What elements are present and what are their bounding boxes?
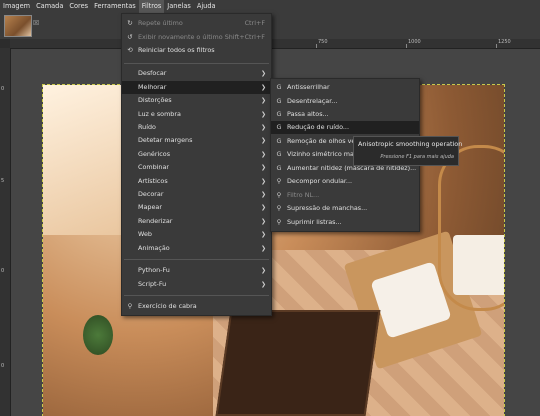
separator	[124, 63, 269, 64]
ruler-label: 0	[1, 86, 5, 92]
menu-item-reiniciar-filtros[interactable]: ⟲ Reiniciar todos os filtros	[122, 44, 271, 57]
menu-item-web[interactable]: Web ❯	[122, 228, 271, 241]
menu-item-renderizar[interactable]: Renderizar ❯	[122, 215, 271, 228]
ruler-label: 5	[1, 178, 5, 184]
chevron-right-icon: ❯	[260, 204, 266, 211]
chevron-right-icon: ❯	[260, 70, 266, 77]
second-sink	[453, 235, 504, 295]
ruler-label: 1000	[408, 39, 421, 45]
menu-item-exercicio-cabra[interactable]: ⚲ Exercício de cabra	[122, 300, 271, 313]
gegl-icon: G	[276, 150, 282, 158]
menu-item-suprimir-listras[interactable]: ⚲ Suprimir listras...	[271, 216, 419, 229]
chevron-right-icon: ❯	[260, 151, 266, 158]
reset-icon: ⟲	[127, 46, 133, 54]
menu-item-python-fu[interactable]: Python-Fu ❯	[122, 264, 271, 277]
menu-item-combinar[interactable]: Combinar ❯	[122, 161, 271, 174]
chevron-right-icon: ❯	[260, 245, 266, 252]
reshow-icon: ↺	[127, 33, 133, 41]
menu-item-melhorar[interactable]: Melhorar ❯	[122, 81, 271, 94]
repeat-icon: ↻	[127, 19, 133, 27]
horizontal-ruler[interactable]: 750 1000 1250	[10, 39, 540, 49]
menu-item-distorcoes[interactable]: Distorções ❯	[122, 94, 271, 107]
chevron-right-icon: ❯	[260, 111, 266, 118]
close-icon[interactable]: ☒	[33, 19, 39, 27]
separator	[124, 259, 269, 260]
separator	[124, 295, 269, 296]
ruler-label: 750	[318, 39, 328, 45]
menu-item-supressao-manchas[interactable]: ⚲ Supressão de manchas...	[271, 202, 419, 215]
plugin-icon: ⚲	[276, 191, 282, 199]
gegl-icon: G	[276, 110, 282, 118]
tooltip-hint: Pressione F1 para mais ajuda	[380, 154, 454, 160]
menu-item-decompor-ondular[interactable]: ⚲ Decompor ondular...	[271, 175, 419, 188]
ruler-label: 0	[1, 268, 5, 274]
menu-item-script-fu[interactable]: Script-Fu ❯	[122, 278, 271, 291]
menu-item-reducao-ruido[interactable]: G Redução de ruído...	[271, 121, 419, 134]
menu-janelas[interactable]: Janelas	[164, 0, 194, 13]
menu-item-detetar-margens[interactable]: Detetar margens ❯	[122, 134, 271, 147]
plugin-icon: ⚲	[276, 204, 282, 212]
chevron-right-icon: ❯	[260, 281, 266, 288]
menu-filtros[interactable]: Filtros	[138, 0, 165, 13]
chevron-right-icon: ❯	[260, 218, 266, 225]
gegl-icon: G	[276, 83, 282, 91]
menu-item-repete-ultimo[interactable]: ↻ Repete último Ctrl+F	[122, 17, 271, 30]
menu-item-filtro-nl[interactable]: ⚲ Filtro NL...	[271, 189, 419, 202]
menu-ferramentas[interactable]: Ferramentas	[91, 0, 139, 13]
gegl-icon: G	[276, 137, 282, 145]
menu-item-antisserrilhar[interactable]: G Antisserrilhar	[271, 81, 419, 94]
menu-cores[interactable]: Cores	[66, 0, 91, 13]
chevron-right-icon: ❯	[260, 231, 266, 238]
menu-item-genericos[interactable]: Genéricos ❯	[122, 148, 271, 161]
plugin-icon: ⚲	[127, 302, 133, 310]
plant	[83, 315, 113, 355]
chevron-right-icon: ❯	[260, 84, 266, 91]
menu-item-artisticos[interactable]: Artísticos ❯	[122, 175, 271, 188]
chevron-right-icon: ❯	[260, 97, 266, 104]
gegl-icon: G	[276, 97, 282, 105]
tooltip: Anisotropic smoothing operation Pression…	[353, 136, 463, 166]
chevron-right-icon: ❯	[260, 191, 266, 198]
menu-item-decorar[interactable]: Decorar ❯	[122, 188, 271, 201]
rug	[215, 310, 381, 416]
menu-item-desfocar[interactable]: Desfocar ❯	[122, 67, 271, 80]
menubar: Imagem Camada Cores Ferramentas Filtros …	[0, 0, 540, 13]
plugin-icon: ⚲	[276, 218, 282, 226]
menu-item-exibir-novamente[interactable]: ↺ Exibir novamente o último Shift+Ctrl+F	[122, 31, 271, 44]
image-thumbnail[interactable]	[4, 15, 32, 37]
ruler-label: 0	[1, 363, 5, 369]
ruler-label: 1250	[498, 39, 511, 45]
menu-item-desentrelacar[interactable]: G Desentrelaçar...	[271, 95, 419, 108]
menu-ajuda[interactable]: Ajuda	[194, 0, 219, 13]
menu-imagem[interactable]: Imagem	[0, 0, 33, 13]
menu-item-ruido[interactable]: Ruído ❯	[122, 121, 271, 134]
chevron-right-icon: ❯	[260, 137, 266, 144]
menu-item-luz-sombra[interactable]: Luz e sombra ❯	[122, 108, 271, 121]
chevron-right-icon: ❯	[260, 178, 266, 185]
vertical-ruler[interactable]: 0 5 0 0	[0, 48, 11, 416]
chevron-right-icon: ❯	[260, 164, 266, 171]
menu-item-mapear[interactable]: Mapear ❯	[122, 201, 271, 214]
ruler-corner[interactable]	[0, 39, 10, 48]
filtros-menu: ↻ Repete último Ctrl+F ↺ Exibir novament…	[121, 13, 272, 316]
gegl-icon: G	[276, 164, 282, 172]
menu-item-passa-altos[interactable]: G Passa altos...	[271, 108, 419, 121]
tooltip-title: Anisotropic smoothing operation	[358, 140, 463, 148]
menu-camada[interactable]: Camada	[33, 0, 66, 13]
plugin-icon: ⚲	[276, 177, 282, 185]
gegl-icon: G	[276, 123, 282, 131]
menu-item-animacao[interactable]: Animação ❯	[122, 242, 271, 255]
chevron-right-icon: ❯	[260, 124, 266, 131]
chevron-right-icon: ❯	[260, 267, 266, 274]
